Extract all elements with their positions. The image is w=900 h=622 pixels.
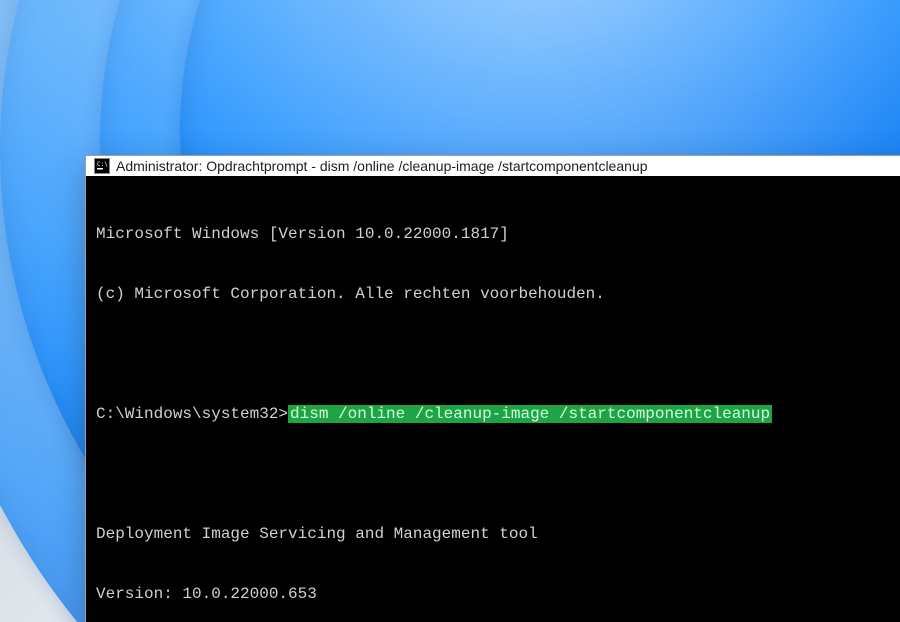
terminal-prompt-line: C:\Windows\system32>dism /online /cleanu… xyxy=(96,404,896,424)
command-prompt-window[interactable]: C:\ Administrator: Opdrachtprompt - dism… xyxy=(85,155,900,622)
desktop-wallpaper: C:\ Administrator: Opdrachtprompt - dism… xyxy=(0,0,900,622)
cmd-icon: C:\ xyxy=(94,158,110,174)
terminal-output[interactable]: Microsoft Windows [Version 10.0.22000.18… xyxy=(86,176,900,622)
titlebar[interactable]: C:\ Administrator: Opdrachtprompt - dism… xyxy=(86,156,900,176)
terminal-line: (c) Microsoft Corporation. Alle rechten … xyxy=(96,284,896,304)
terminal-blank-line xyxy=(96,344,896,364)
terminal-line: Microsoft Windows [Version 10.0.22000.18… xyxy=(96,224,896,244)
terminal-line: Deployment Image Servicing and Managemen… xyxy=(96,524,896,544)
terminal-blank-line xyxy=(96,464,896,484)
svg-text:C:\: C:\ xyxy=(97,161,108,168)
prompt-prefix: C:\Windows\system32> xyxy=(96,405,288,423)
entered-command: dism /online /cleanup-image /startcompon… xyxy=(288,405,772,423)
window-title: Administrator: Opdrachtprompt - dism /on… xyxy=(116,158,647,174)
terminal-line: Version: 10.0.22000.653 xyxy=(96,584,896,604)
